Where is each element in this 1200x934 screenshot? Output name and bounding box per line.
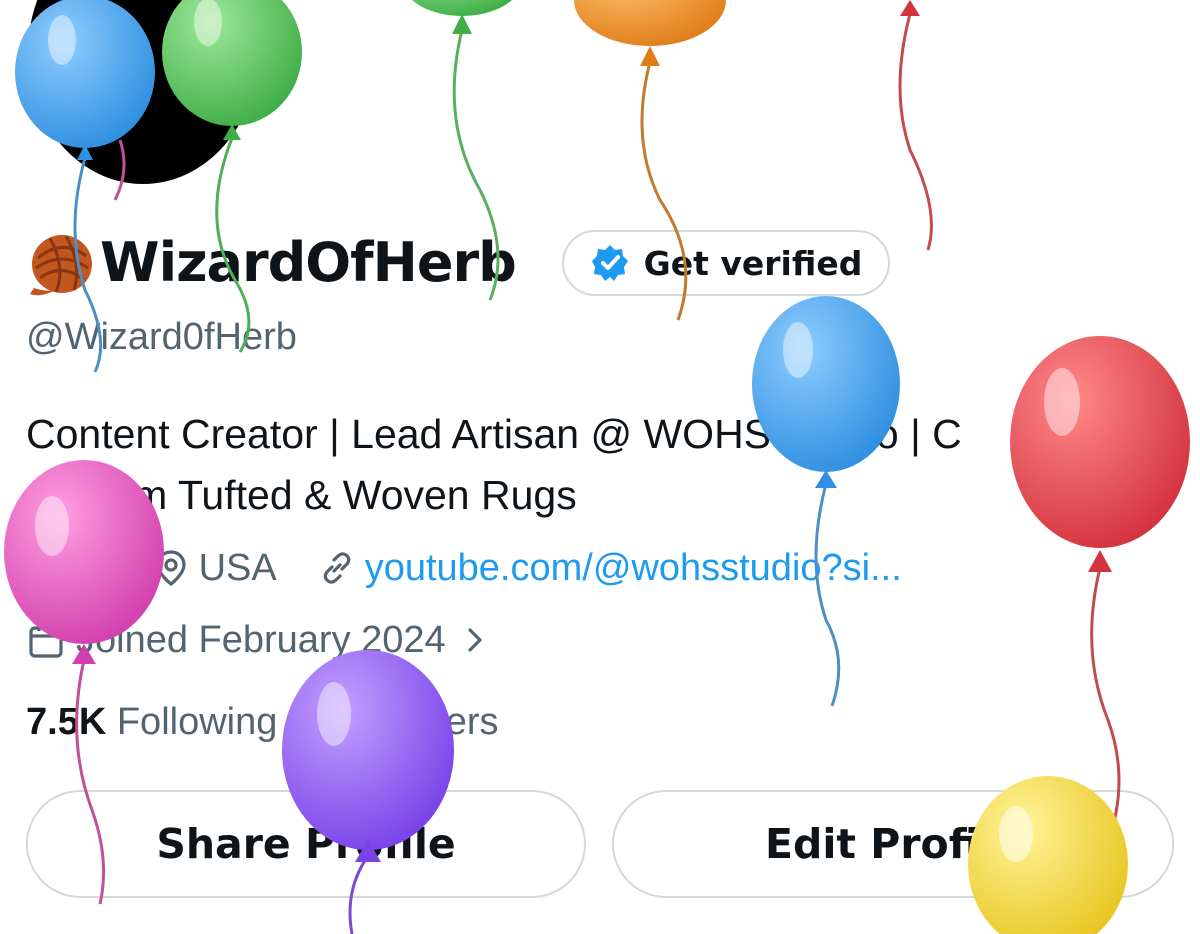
share-profile-label: Share Profile — [156, 820, 456, 868]
location-pin-icon — [155, 550, 186, 587]
balloon-red — [900, 0, 920, 16]
profile-handle: @Wizard0fHerb — [26, 316, 297, 358]
profile-joined-date: Joined February 2024 — [76, 619, 446, 661]
following-label: Following — [116, 701, 278, 743]
following-link[interactable]: 7.5K Following — [26, 701, 277, 743]
profile-website-link[interactable]: youtube.com/@wohsstudio?si... — [365, 540, 902, 596]
profile-category: Artist — [26, 547, 113, 589]
profile-name-row: WizardOfHerb — [26, 228, 517, 298]
profile-avatar[interactable] — [28, 0, 258, 184]
calendar-icon — [29, 624, 63, 658]
get-verified-button[interactable]: Get verified — [562, 230, 890, 296]
followers-label: Followers — [335, 701, 499, 743]
verified-badge-icon — [591, 245, 628, 281]
balloon-orange — [574, 0, 726, 66]
display-name: WizardOfHerb — [100, 231, 517, 294]
followers-link[interactable]: Followers — [325, 701, 499, 743]
get-verified-label: Get verified — [643, 243, 863, 283]
balloon-string — [898, 13, 933, 251]
following-count: 7.5K — [26, 701, 107, 743]
profile-meta-row: Artist USA youtube.com/@wohsstudio?si... — [26, 540, 902, 596]
profile-location: USA — [198, 547, 277, 589]
share-profile-button[interactable]: Share Profile — [26, 790, 586, 898]
bio-line: Content Creator | Lead Artisan @ WOHS St… — [26, 411, 962, 457]
edit-profile-label: Edit Profile — [765, 820, 1021, 868]
profile-joined-row[interactable]: Joined February 2024 — [26, 612, 490, 668]
edit-profile-button[interactable]: Edit Profile — [612, 790, 1174, 898]
chevron-right-icon — [468, 628, 482, 652]
bio-line: Custom Tufted & Woven Rugs — [26, 472, 577, 518]
balloon-green — [412, 0, 512, 34]
profile-bio: Content Creator | Lead Artisan @ WOHS St… — [26, 404, 1176, 526]
link-icon — [323, 552, 351, 584]
yarn-icon — [30, 235, 92, 296]
profile-follow-stats: 7.5K Following Followers — [26, 696, 499, 748]
